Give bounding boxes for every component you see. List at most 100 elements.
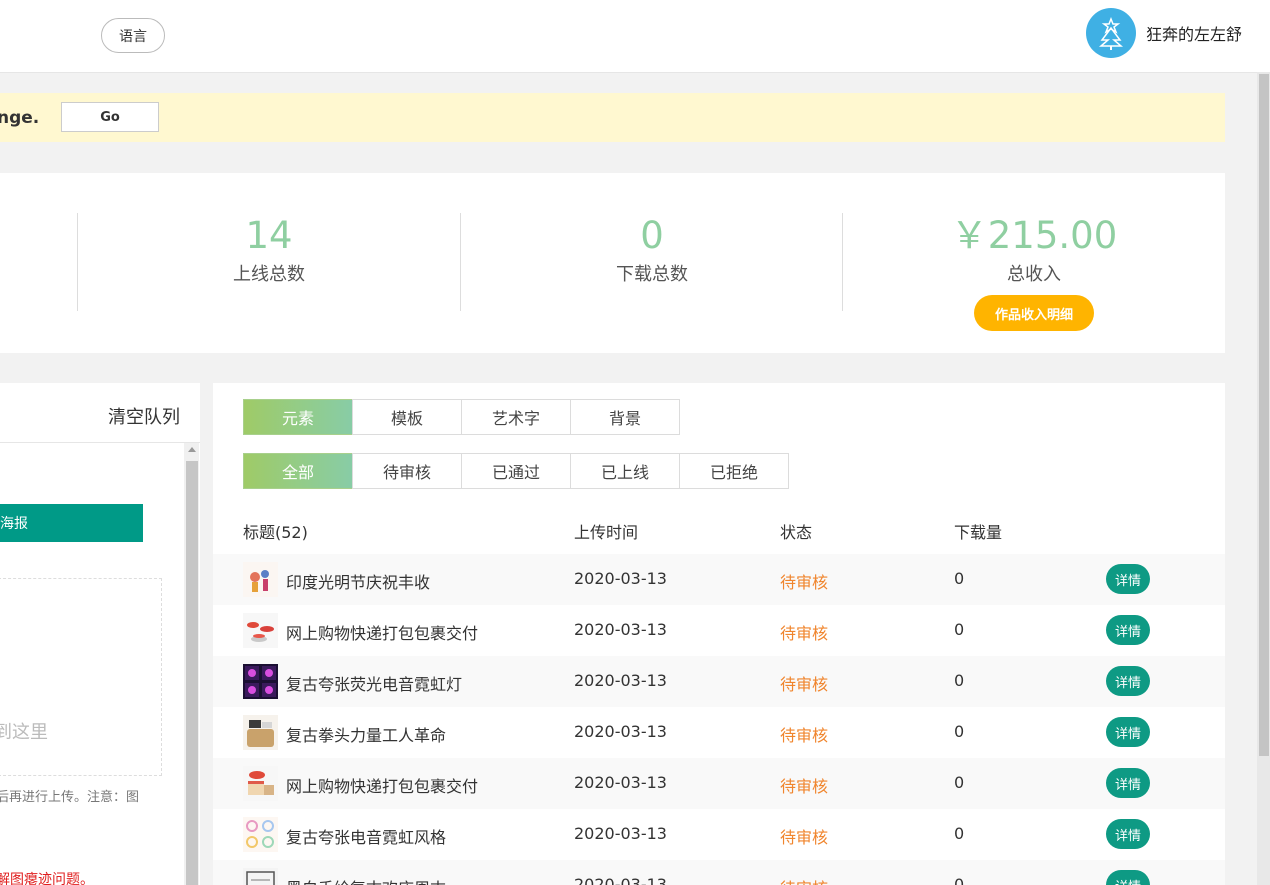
queue-scrollbar-thumb[interactable] (186, 461, 198, 885)
table-header: 标题(52) 上传时间 状态 下载量 (213, 506, 1225, 555)
stats-panel: 14 上线总数 0 下载总数 ￥215.00 总收入 作品收入明细 (0, 173, 1225, 353)
page-scrollbar-thumb[interactable] (1259, 74, 1269, 756)
upload-warning: 解图瘪迹问题。 (0, 872, 94, 885)
column-status: 状态 (780, 523, 813, 542)
work-status: 待审核 (780, 726, 829, 745)
work-upload-date: 2020-03-13 (574, 875, 667, 885)
stat-online-value: 14 (245, 214, 293, 257)
stat-downloads: 0 下载总数 (462, 213, 842, 286)
upload-queue-panel: 清空队列 海报 到这里 后再进行上传。注意：图 解图瘪迹问题。 (0, 383, 200, 885)
work-upload-date: 2020-03-13 (574, 620, 667, 639)
work-title: 网上购物快递打包包裹交付 (286, 777, 479, 796)
tab-pending[interactable]: 待审核 (352, 453, 462, 489)
top-header: 语言 狂奔的左左舒 (0, 0, 1270, 73)
tab-template[interactable]: 模板 (352, 399, 462, 435)
work-thumbnail[interactable] (243, 868, 278, 885)
tree-icon (1098, 16, 1124, 50)
tab-online[interactable]: 已上线 (570, 453, 680, 489)
tab-art-text[interactable]: 艺术字 (461, 399, 571, 435)
table-row: 网上购物快递打包包裹交付 2020-03-13 待审核 0 详情 (213, 758, 1225, 809)
stat-downloads-label: 下载总数 (616, 264, 688, 285)
work-downloads: 0 (954, 824, 965, 843)
work-thumbnail[interactable] (243, 715, 278, 750)
column-downloads: 下载量 (954, 523, 1003, 542)
tab-element[interactable]: 元素 (243, 399, 353, 435)
upload-drop-zone[interactable] (0, 578, 162, 776)
stat-online-label: 上线总数 (233, 264, 305, 285)
tab-all[interactable]: 全部 (243, 453, 353, 489)
user-menu[interactable]: 狂奔的左左舒 (1086, 8, 1242, 58)
income-detail-button[interactable]: 作品收入明细 (974, 295, 1094, 331)
work-upload-date: 2020-03-13 (574, 773, 667, 792)
table-row: 黑白手绘复古欢庆周末 2020-03-13 待审核 0 详情 (213, 860, 1225, 885)
tab-background[interactable]: 背景 (570, 399, 680, 435)
work-thumbnail[interactable] (243, 664, 278, 699)
stat-income: ￥215.00 总收入 (844, 213, 1224, 286)
stat-online: 14 上线总数 (79, 213, 459, 286)
work-thumbnail[interactable] (243, 562, 278, 597)
work-status: 待审核 (780, 573, 829, 592)
work-status: 待审核 (780, 675, 829, 694)
upload-note: 后再进行上传。注意：图 (0, 790, 140, 805)
go-button[interactable]: Go (61, 102, 159, 132)
divider (0, 442, 200, 443)
work-title: 黑白手绘复古欢庆周末 (286, 875, 446, 885)
poster-button-label: 海报 (0, 516, 28, 532)
column-upload-time: 上传时间 (574, 523, 639, 542)
work-upload-date: 2020-03-13 (574, 722, 667, 741)
drop-zone-text: 到这里 (0, 722, 48, 743)
work-title: 复古夸张荧光电音霓虹灯 (286, 675, 463, 694)
table-row: 复古拳头力量工人革命 2020-03-13 待审核 0 详情 (213, 707, 1225, 758)
work-upload-date: 2020-03-13 (574, 824, 667, 843)
work-status: 待审核 (780, 624, 829, 643)
work-downloads: 0 (954, 773, 965, 792)
works-table: 印度光明节庆祝丰收 2020-03-13 待审核 0 详情 网上购物快递打包包裹… (213, 554, 1225, 885)
work-title: 印度光明节庆祝丰收 (286, 573, 431, 592)
work-status: 待审核 (780, 828, 829, 847)
stats-divider (842, 213, 843, 311)
stat-income-label: 总收入 (1007, 264, 1061, 285)
table-row: 网上购物快递打包包裹交付 2020-03-13 待审核 0 详情 (213, 605, 1225, 656)
poster-button[interactable]: 海报 (0, 504, 143, 542)
language-button[interactable]: 语言 (101, 18, 165, 53)
avatar[interactable] (1086, 8, 1136, 58)
detail-button[interactable]: 详情 (1106, 564, 1150, 594)
work-status: 待审核 (780, 777, 829, 796)
notice-bar: nge. Go (0, 93, 1225, 142)
work-title: 复古夸张电音霓虹风格 (286, 828, 447, 847)
stats-divider (77, 213, 78, 311)
work-thumbnail[interactable] (243, 613, 278, 648)
notice-text: nge. (0, 108, 40, 128)
work-status: 待审核 (780, 875, 828, 885)
status-tabs: 全部 待审核 已通过 已上线 已拒绝 (243, 453, 789, 489)
type-tabs: 元素 模板 艺术字 背景 (243, 399, 680, 435)
work-upload-date: 2020-03-13 (574, 671, 667, 690)
scroll-up-arrow-icon[interactable] (188, 447, 196, 452)
tab-rejected[interactable]: 已拒绝 (679, 453, 789, 489)
stat-downloads-value: 0 (640, 214, 664, 257)
work-title: 复古拳头力量工人革命 (286, 726, 447, 745)
stat-income-value: ￥215.00 (950, 214, 1118, 257)
table-row: 复古夸张电音霓虹风格 2020-03-13 待审核 0 详情 (213, 809, 1225, 860)
work-thumbnail[interactable] (243, 817, 278, 852)
detail-button[interactable]: 详情 (1106, 819, 1150, 849)
work-title: 网上购物快递打包包裹交付 (286, 624, 479, 643)
detail-button[interactable]: 详情 (1106, 666, 1150, 696)
clear-queue-button[interactable]: 清空队列 (108, 403, 180, 429)
detail-button[interactable]: 详情 (1106, 717, 1150, 747)
work-downloads: 0 (954, 569, 965, 588)
stats-divider (460, 213, 461, 311)
detail-button[interactable]: 详情 (1106, 615, 1150, 645)
tab-approved[interactable]: 已通过 (461, 453, 571, 489)
work-downloads: 0 (954, 722, 965, 741)
column-title: 标题(52) (243, 523, 308, 542)
table-row: 印度光明节庆祝丰收 2020-03-13 待审核 0 详情 (213, 554, 1225, 605)
work-downloads: 0 (954, 620, 965, 639)
username[interactable]: 狂奔的左左舒 (1146, 21, 1242, 45)
detail-button[interactable]: 详情 (1106, 768, 1150, 798)
work-upload-date: 2020-03-13 (574, 569, 667, 588)
works-panel: 元素 模板 艺术字 背景 全部 待审核 已通过 已上线 已拒绝 标题(52) 上… (213, 383, 1225, 885)
work-downloads: 0 (954, 671, 965, 690)
work-thumbnail[interactable] (243, 766, 278, 801)
detail-button[interactable]: 详情 (1106, 870, 1150, 885)
